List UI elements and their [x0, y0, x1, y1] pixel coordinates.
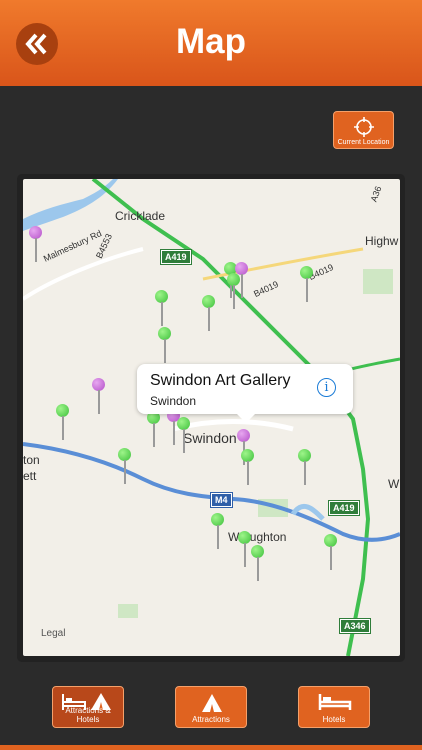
- header-bar: Map: [0, 0, 422, 86]
- road-shield: M4: [210, 492, 233, 508]
- place-label: Highw: [365, 234, 399, 248]
- map-callout[interactable]: Swindon Art Gallery Swindon i: [137, 364, 353, 423]
- tab-hotels[interactable]: Hotels: [298, 686, 370, 728]
- info-icon[interactable]: i: [317, 378, 336, 397]
- map-pin[interactable]: [211, 513, 224, 549]
- map-pin[interactable]: [177, 417, 190, 453]
- place-label: ett: [23, 469, 37, 483]
- place-label: Wroughton: [228, 530, 287, 544]
- tab-label: Hotels: [322, 715, 346, 724]
- legal-link[interactable]: Legal: [41, 628, 65, 639]
- bed-icon: [318, 694, 352, 710]
- map-pin[interactable]: [300, 266, 313, 302]
- map-pin[interactable]: [241, 449, 254, 485]
- road-shield: A419: [328, 500, 360, 516]
- map-pin[interactable]: [298, 449, 311, 485]
- map-pin[interactable]: [158, 327, 171, 363]
- callout-title: Swindon Art Gallery: [150, 372, 291, 389]
- page-title: Map: [176, 22, 246, 61]
- tent-icon: [202, 694, 222, 712]
- road-shield: A419: [160, 249, 192, 265]
- place-label: Swindon: [183, 430, 237, 446]
- callout-subtitle: Swindon: [150, 394, 197, 408]
- map-view[interactable]: Cricklade Highw Swindon Wroughton ton et…: [23, 179, 400, 656]
- place-label: Cricklade: [115, 209, 166, 223]
- crosshair-icon: [354, 117, 374, 137]
- road-shield: A346: [339, 618, 371, 634]
- map-pin[interactable]: [251, 545, 264, 581]
- tab-attractions[interactable]: Attractions: [175, 686, 247, 728]
- map-pin[interactable]: [118, 448, 131, 484]
- map-pin[interactable]: [238, 531, 251, 567]
- map-pin[interactable]: [56, 404, 69, 440]
- map-pin[interactable]: [237, 429, 250, 465]
- current-location-button[interactable]: Current Location: [333, 111, 394, 149]
- map-pin[interactable]: [155, 290, 168, 326]
- current-location-label: Current Location: [337, 139, 390, 146]
- bottom-accent-bar: [0, 745, 422, 750]
- map-pin[interactable]: [324, 534, 337, 570]
- tab-attractions-hotels[interactable]: Attractions & Hotels: [52, 686, 124, 728]
- place-label: W: [388, 477, 400, 491]
- tab-label: Attractions & Hotels: [65, 706, 111, 724]
- tab-label: Attractions: [192, 715, 230, 724]
- map-base: [23, 179, 400, 656]
- map-pin[interactable]: [202, 295, 215, 331]
- map-pin[interactable]: [29, 226, 42, 262]
- map-pin[interactable]: [92, 378, 105, 414]
- map-pin[interactable]: [227, 273, 240, 309]
- place-label: ton: [23, 453, 40, 467]
